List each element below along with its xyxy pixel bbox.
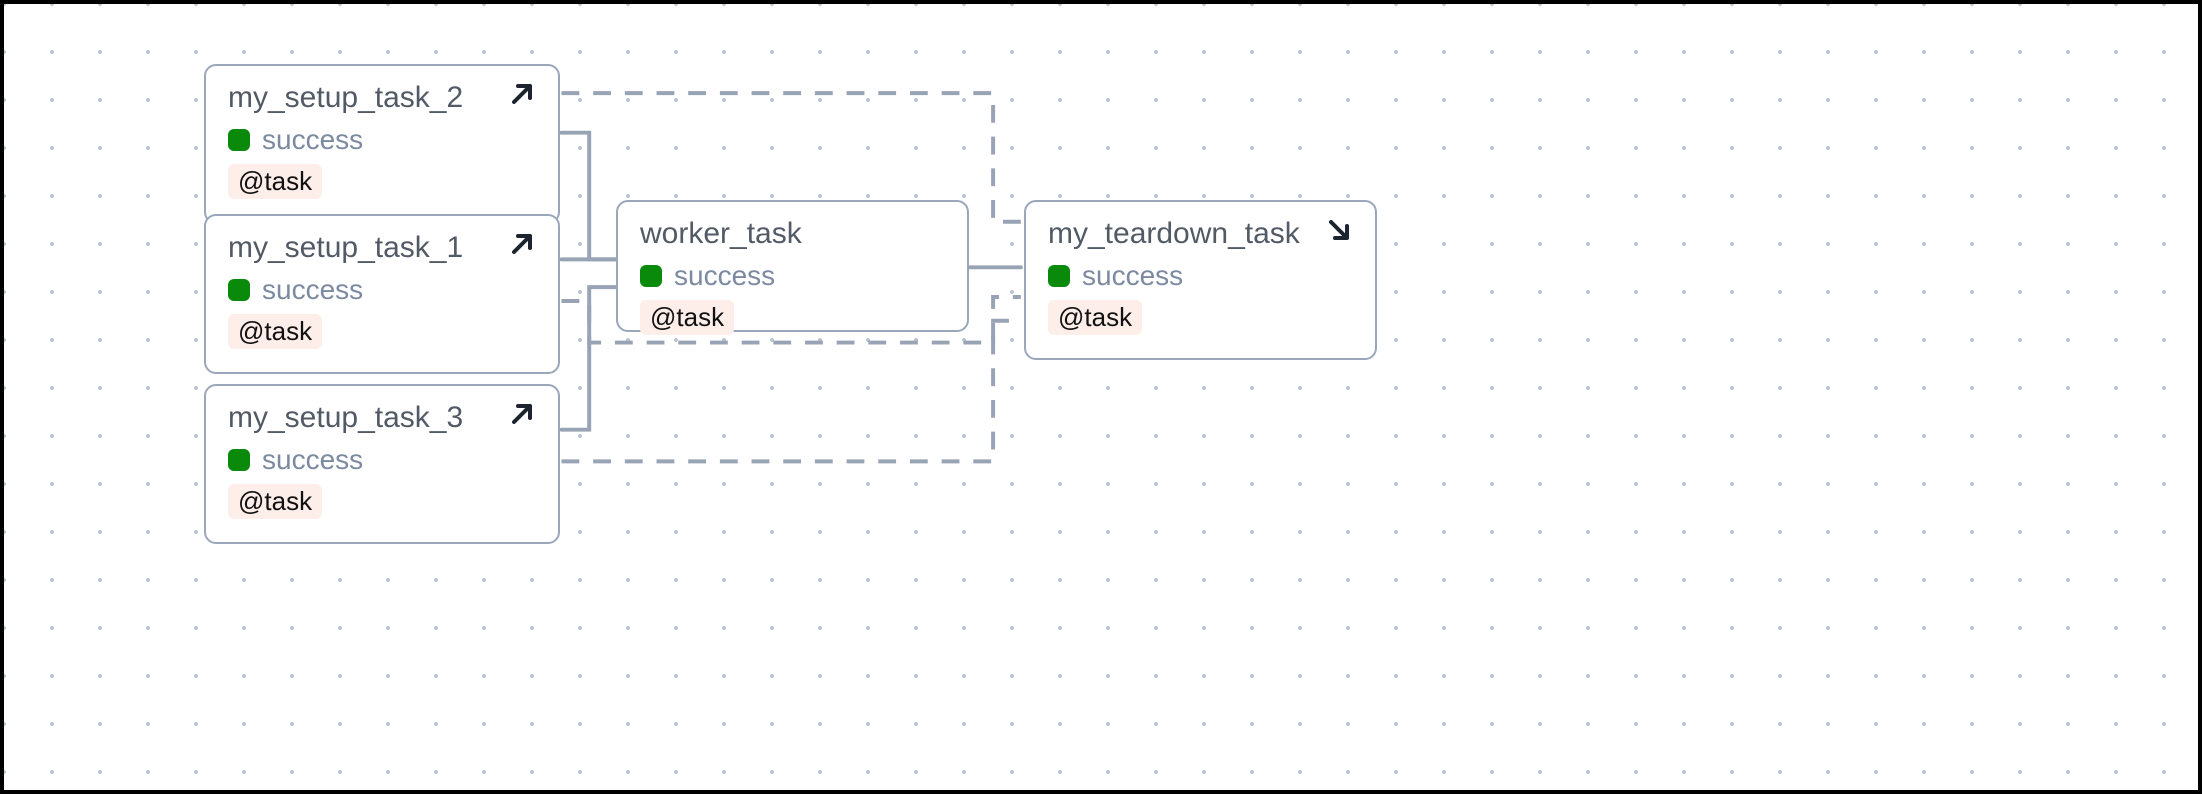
task-node-my-setup-task-2[interactable]: my_setup_task_2 success @task [204, 64, 560, 224]
status-indicator-success [228, 279, 250, 301]
arrow-down-right-icon [1323, 214, 1355, 246]
arrow-up-right-icon [506, 228, 538, 260]
decorator-tag: @task [228, 314, 322, 349]
task-node-my-setup-task-1[interactable]: my_setup_task_1 success @task [204, 214, 560, 374]
task-title: my_setup_task_3 [228, 400, 536, 436]
status-indicator-success [640, 265, 662, 287]
status-indicator-success [228, 129, 250, 151]
task-title: my_setup_task_2 [228, 80, 536, 116]
status-label: success [1082, 260, 1183, 292]
task-node-my-setup-task-3[interactable]: my_setup_task_3 success @task [204, 384, 560, 544]
decorator-tag: @task [228, 484, 322, 519]
task-node-worker-task[interactable]: worker_task success @task [616, 200, 969, 332]
status-label: success [262, 274, 363, 306]
status-label: success [674, 260, 775, 292]
task-title: my_setup_task_1 [228, 230, 536, 266]
arrow-up-right-icon [506, 78, 538, 110]
task-title: worker_task [640, 216, 945, 252]
status-indicator-success [1048, 265, 1070, 287]
task-node-my-teardown-task[interactable]: my_teardown_task success @task [1024, 200, 1377, 360]
dag-canvas[interactable]: { "status_label": "success", "tag_label"… [0, 0, 2202, 794]
task-title: my_teardown_task [1048, 216, 1353, 252]
decorator-tag: @task [640, 300, 734, 335]
status-label: success [262, 444, 363, 476]
arrow-up-right-icon [506, 398, 538, 430]
status-indicator-success [228, 449, 250, 471]
decorator-tag: @task [228, 164, 322, 199]
decorator-tag: @task [1048, 300, 1142, 335]
status-label: success [262, 124, 363, 156]
